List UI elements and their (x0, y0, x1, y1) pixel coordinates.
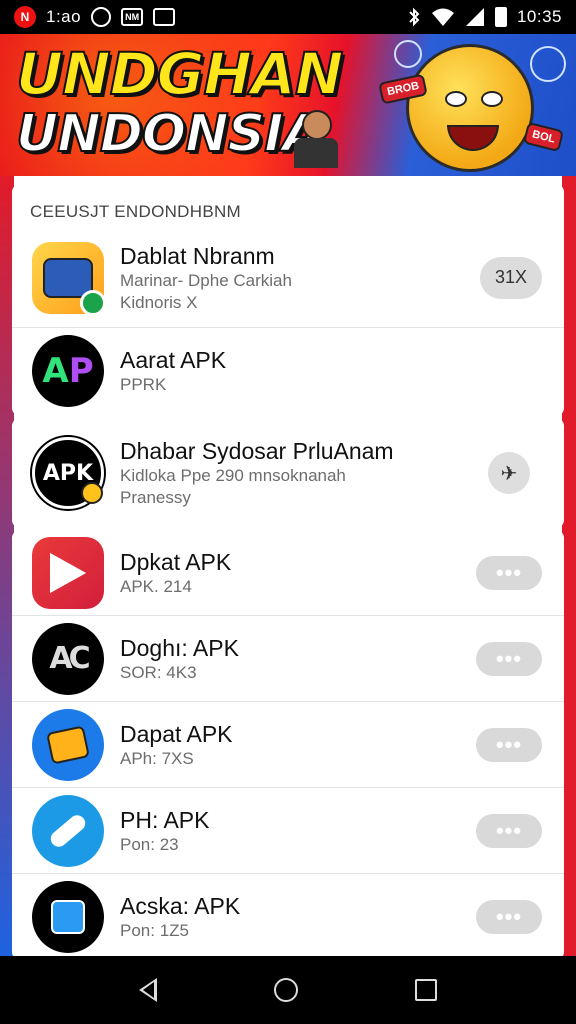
decor-bubble-icon (394, 40, 422, 68)
count-button[interactable]: 31X (480, 256, 542, 299)
decor-strip-right (562, 176, 576, 956)
blue-game-icon (32, 708, 104, 781)
app-list-card-3: Dpkat APK APK. 214 ••• AC Doghı: APK SOR… (12, 530, 564, 960)
bluetooth-icon (407, 7, 421, 27)
bag-app-icon (153, 8, 176, 26)
mascot-face-icon (406, 44, 534, 172)
list-item[interactable]: Dapat APK APh: 7XS ••• (12, 702, 564, 788)
banner-title-line1: UNDGHAN (15, 39, 344, 109)
apk-badge-icon: APK (32, 437, 104, 509)
banner-sign-right: BOL (522, 121, 565, 153)
list-item[interactable]: Dablat Nbranm Marinar- Dphe Carkiah Kidn… (12, 228, 564, 328)
home-icon[interactable] (273, 978, 298, 1002)
promo-banner[interactable]: UNDGHAN UNDONSIA BROB BOL (0, 34, 576, 176)
list-item[interactable]: Dpkat APK APK. 214 ••• (12, 530, 564, 616)
ac-logo-icon: AC (32, 622, 104, 695)
battery-icon (494, 7, 507, 27)
status-bar: N 1:ao NM 10:35 (0, 0, 576, 34)
list-item[interactable]: PH: APK Pon: 23 ••• (12, 788, 564, 874)
signal-icon (465, 7, 485, 27)
banner-title-line2: UNDONSIA (15, 103, 324, 165)
list-item[interactable]: AP Aarat APK PPRK (12, 328, 564, 414)
more-options-button[interactable]: ••• (476, 555, 542, 590)
shopping-bag-icon (32, 881, 104, 953)
character-figure-icon (294, 110, 340, 170)
status-left: N 1:ao NM (14, 6, 176, 28)
list-item[interactable]: AC Doghı: APK SOR: 4K3 ••• (12, 616, 564, 702)
box-app-icon: NM (121, 8, 144, 26)
back-icon[interactable] (138, 978, 157, 1002)
circle-app-icon (91, 7, 112, 27)
status-time: 10:35 (516, 7, 562, 26)
decor-bubble-icon (530, 46, 566, 82)
game-character-icon (32, 241, 106, 316)
rocket-icon (32, 794, 104, 867)
recents-icon[interactable] (415, 979, 438, 1001)
plane-icon[interactable]: ✈ (488, 452, 530, 494)
list-item[interactable]: APK Dhabar Sydosar PrluAnam Kidloka Ppe … (12, 418, 564, 528)
wifi-icon (431, 7, 455, 27)
more-options-button[interactable]: ••• (476, 641, 542, 676)
status-right: 10:35 (407, 7, 562, 27)
play-store-icon (32, 536, 104, 609)
app-list-card-1: CEEUSJT ENDONDHBNM Dablat Nbranm Marinar… (12, 184, 564, 416)
ap-logo-icon: AP (32, 335, 104, 407)
more-options-button[interactable]: ••• (476, 900, 542, 934)
status-left-text: 1:ao (46, 7, 82, 26)
notification-badge-icon: N (14, 6, 36, 28)
section-header: CEEUSJT ENDONDHBNM (30, 202, 241, 221)
navigation-bar (0, 956, 576, 1024)
app-name: Aarat APK (120, 347, 227, 373)
more-options-button[interactable]: ••• (476, 727, 542, 762)
more-options-button[interactable]: ••• (476, 813, 542, 848)
app-subtitle: PPRK (120, 375, 167, 394)
app-list-card-2: APK Dhabar Sydosar PrluAnam Kidloka Ppe … (12, 418, 564, 528)
list-item[interactable]: Acska: APK Pon: 1Z5 ••• (12, 874, 564, 960)
